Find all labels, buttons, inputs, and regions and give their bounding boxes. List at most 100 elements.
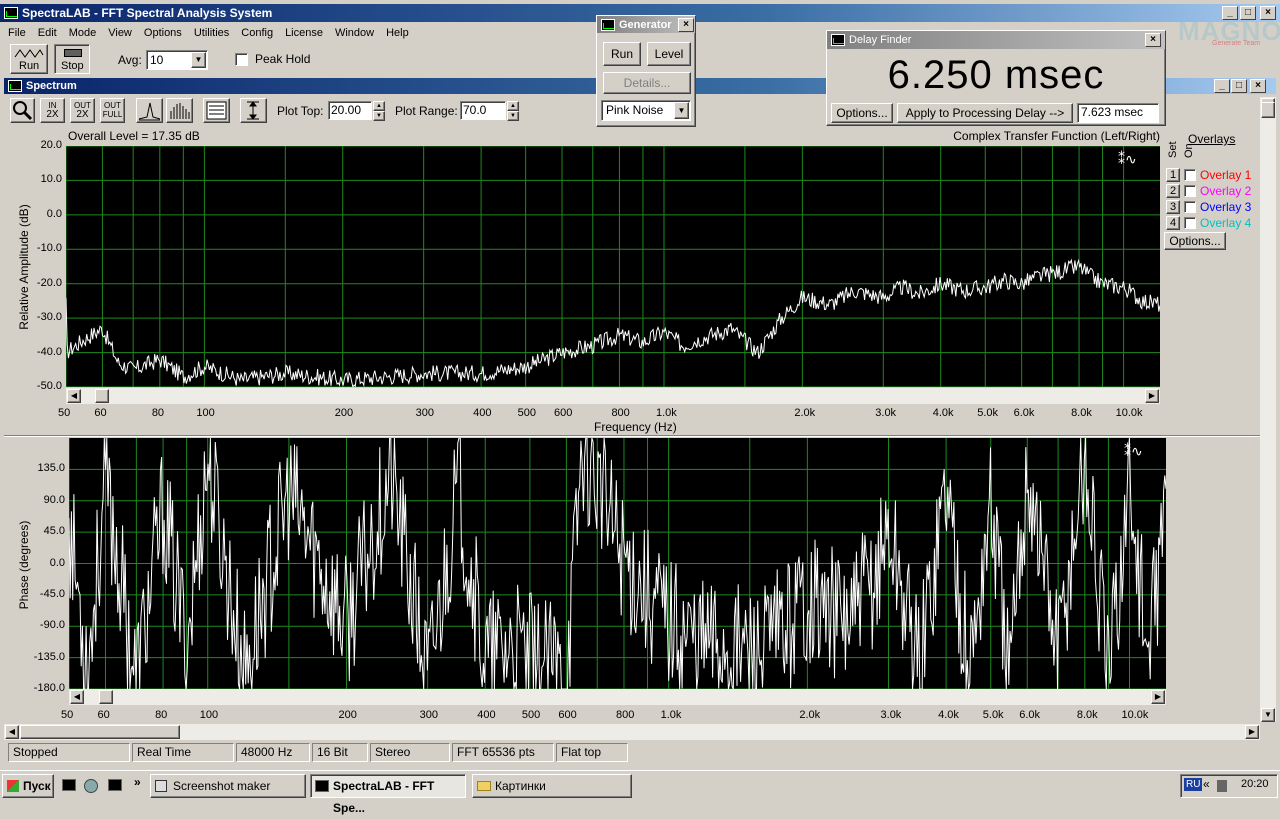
spectrum-window-icon xyxy=(8,80,22,92)
plot-range-up-arrow[interactable]: ▲ xyxy=(507,101,519,111)
bar-plot-button[interactable] xyxy=(166,98,193,123)
zoom-magnifier-button[interactable] xyxy=(10,98,35,123)
vertical-scroll-thumb[interactable] xyxy=(1261,102,1275,118)
chevron-down-icon[interactable]: ▼ xyxy=(191,52,206,68)
menu-item-license[interactable]: License xyxy=(285,27,323,39)
apply-processing-delay-button[interactable]: Apply to Processing Delay --> xyxy=(897,103,1073,123)
menu-item-config[interactable]: Config xyxy=(241,27,273,39)
menu-item-help[interactable]: Help xyxy=(386,27,409,39)
tray-speaker-icon[interactable] xyxy=(1217,780,1227,792)
overlay-options-button[interactable]: Options... xyxy=(1164,232,1226,250)
generator-run-button[interactable]: Run xyxy=(603,42,641,66)
phase-scroll-left-arrow[interactable]: ◀ xyxy=(70,690,84,704)
amplitude-horizontal-scrollbar[interactable] xyxy=(66,388,1160,404)
line-plot-button[interactable] xyxy=(136,98,163,123)
overlay-set-button[interactable]: 3 xyxy=(1166,200,1180,214)
autoscale-button[interactable] xyxy=(240,98,267,123)
window-scroll-right-arrow[interactable]: ▶ xyxy=(1245,725,1259,739)
generator-signal-select[interactable]: Pink Noise ▼ xyxy=(601,100,691,121)
plot-top-label: Plot Top: xyxy=(277,104,324,118)
avg-select[interactable]: 10 ▼ xyxy=(146,50,208,70)
delay-finder-close-button[interactable]: × xyxy=(1145,33,1161,47)
x-tick-label: 100 xyxy=(199,709,219,721)
quicklaunch-disc-icon[interactable] xyxy=(84,779,98,793)
generator-level-button[interactable]: Level xyxy=(647,42,691,66)
spectrum-maximize-button[interactable]: □ xyxy=(1231,79,1247,93)
y-tick-label: 135.0 xyxy=(37,462,65,475)
plot-range-down-arrow[interactable]: ▼ xyxy=(507,111,519,121)
window-horizontal-scroll-thumb[interactable] xyxy=(20,725,180,739)
amplitude-scroll-thumb[interactable] xyxy=(95,389,109,403)
plot-range-label: Plot Range: xyxy=(395,104,458,118)
zoom-full-label: FULL xyxy=(102,110,123,119)
overlay-row: 2 Overlay 2 xyxy=(1166,184,1251,198)
stop-button[interactable]: Stop xyxy=(54,44,90,74)
tray-expand-chevron-icon[interactable]: « xyxy=(1203,777,1210,791)
taskbar-item-screenshot-maker[interactable]: Screenshot maker xyxy=(150,774,306,798)
y-tick-label: 90.0 xyxy=(43,493,65,506)
quicklaunch-more-chevron-icon[interactable]: » xyxy=(134,775,141,789)
menu-item-options[interactable]: Options xyxy=(144,27,182,39)
chevron-down-icon[interactable]: ▼ xyxy=(674,102,689,119)
amplitude-scroll-left-arrow[interactable]: ◀ xyxy=(67,389,81,403)
spectrum-vertical-scrollbar[interactable] xyxy=(1260,97,1276,722)
cursor-marker-icon[interactable]: ⁑∿ xyxy=(1124,442,1143,460)
overlay-on-checkbox[interactable] xyxy=(1184,201,1196,213)
zoom-out-full-button[interactable]: OUT FULL xyxy=(100,98,125,123)
delay-finder-icon xyxy=(831,34,845,46)
zoom-out-2x-button[interactable]: OUT 2X xyxy=(70,98,95,123)
menu-item-mode[interactable]: Mode xyxy=(69,27,97,39)
menu-item-edit[interactable]: Edit xyxy=(38,27,57,39)
overlay-set-button[interactable]: 4 xyxy=(1166,216,1180,230)
cursor-marker-icon[interactable]: ⁑∿ xyxy=(1118,150,1137,168)
quicklaunch-spectralab-icon[interactable] xyxy=(62,779,76,791)
generator-details-button[interactable]: Details... xyxy=(603,72,691,94)
overlay-on-checkbox[interactable] xyxy=(1184,217,1196,229)
overlay-set-button[interactable]: 2 xyxy=(1166,184,1180,198)
phase-scroll-thumb[interactable] xyxy=(99,690,113,704)
menu-item-view[interactable]: View xyxy=(108,27,132,39)
menu-item-window[interactable]: Window xyxy=(335,27,374,39)
plot-top-up-arrow[interactable]: ▲ xyxy=(373,101,385,111)
taskbar-item-label: Screenshot maker xyxy=(173,779,271,793)
waveform-icon xyxy=(14,49,44,58)
zoom-in-2x-button[interactable]: IN 2X xyxy=(40,98,65,123)
plot-range-input[interactable]: 70.0 xyxy=(460,101,506,120)
quicklaunch-app-icon[interactable] xyxy=(108,779,122,791)
spectrum-close-button[interactable]: × xyxy=(1250,79,1266,93)
folder-icon xyxy=(477,781,491,791)
amplitude-scroll-right-arrow[interactable]: ▶ xyxy=(1145,389,1159,403)
table-view-button[interactable] xyxy=(203,98,230,123)
window-scroll-left-arrow[interactable]: ◀ xyxy=(5,725,19,739)
x-tick-label: 50 xyxy=(58,407,71,419)
delay-value-field[interactable]: 7.623 msec xyxy=(1077,103,1159,123)
phase-chart[interactable]: ⁑∿ xyxy=(69,438,1166,689)
run-button[interactable]: Run xyxy=(10,44,48,74)
plot-splitter[interactable] xyxy=(4,435,1260,437)
peak-hold-checkbox[interactable] xyxy=(235,53,248,66)
scroll-down-arrow[interactable]: ▼ xyxy=(1261,708,1275,722)
overlay-on-checkbox[interactable] xyxy=(1184,169,1196,181)
delay-finder-titlebar: Delay Finder xyxy=(827,31,1165,49)
plot-top-input[interactable]: 20.00 xyxy=(328,101,372,120)
overlay-set-button[interactable]: 1 xyxy=(1166,168,1180,182)
menu-item-utilities[interactable]: Utilities xyxy=(194,27,229,39)
language-indicator[interactable]: RU xyxy=(1184,778,1203,791)
amplitude-chart[interactable]: ⁑∿ xyxy=(66,146,1160,387)
taskbar-item-pictures[interactable]: Картинки xyxy=(472,774,632,798)
taskbar-item-spectralab[interactable]: SpectraLAB - FFT Spe... xyxy=(310,774,466,815)
start-button[interactable]: Пуск xyxy=(2,774,54,798)
generator-close-button[interactable]: × xyxy=(678,18,694,32)
spectrum-horizontal-scrollbar[interactable] xyxy=(4,724,1260,740)
menu-item-file[interactable]: File xyxy=(8,27,26,39)
overlay-row: 4 Overlay 4 xyxy=(1166,216,1251,230)
phase-scroll-right-arrow[interactable]: ▶ xyxy=(1151,690,1165,704)
phase-horizontal-scrollbar[interactable] xyxy=(69,689,1166,705)
delay-options-button[interactable]: Options... xyxy=(831,103,893,123)
plot-top-down-arrow[interactable]: ▼ xyxy=(373,111,385,121)
y-tick-label: 45.0 xyxy=(43,525,65,538)
zoom-full-out-label: OUT xyxy=(104,101,121,110)
overlay-set-header: Set xyxy=(1167,141,1179,158)
spectrum-minimize-button[interactable]: _ xyxy=(1214,79,1230,93)
overlay-on-checkbox[interactable] xyxy=(1184,185,1196,197)
